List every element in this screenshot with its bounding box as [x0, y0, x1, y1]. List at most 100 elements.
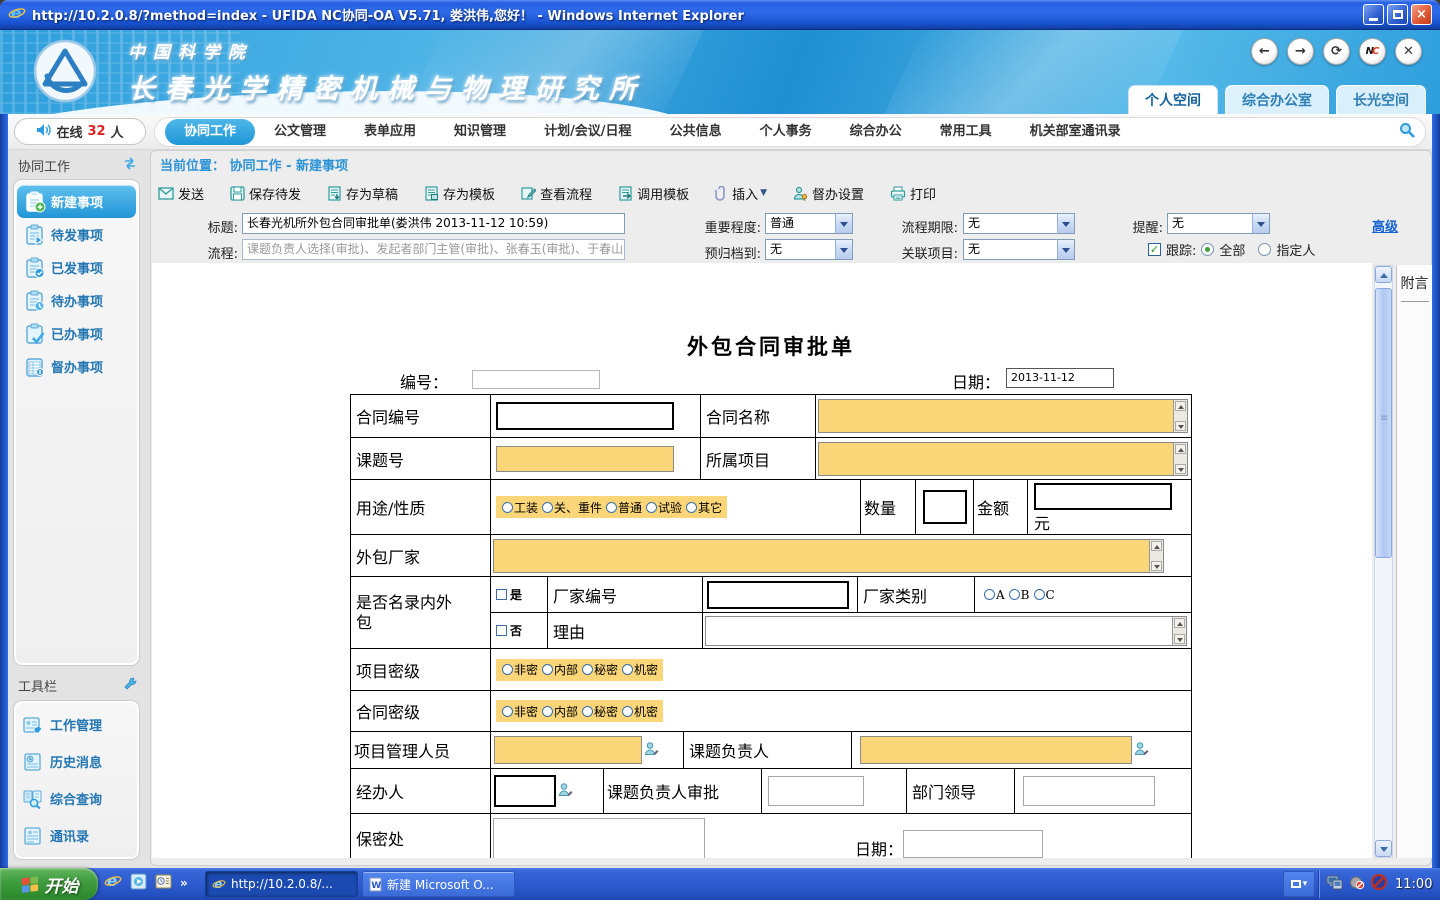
usage-radio-putong[interactable] — [606, 502, 617, 513]
vendor-class-c-radio[interactable] — [1034, 589, 1045, 600]
flow-input[interactable]: 课题负责人选择(审批)、发起者部门主管(审批)、张春玉(审批)、于春山(审批) — [242, 239, 625, 260]
yes-checkbox[interactable] — [496, 589, 507, 600]
swap-arrows-icon[interactable] — [122, 157, 138, 174]
taskbar-clock[interactable]: 11:00 — [1395, 877, 1432, 892]
start-button[interactable]: 开始 — [0, 868, 98, 900]
maximize-button[interactable] — [1387, 4, 1408, 25]
quicklaunch-overflow-chevron[interactable]: » — [180, 876, 188, 890]
online-users-pill[interactable]: 在线 32 人 — [14, 118, 146, 145]
quicklaunch-app2-icon[interactable] — [130, 873, 147, 894]
person-picker-icon[interactable] — [1134, 741, 1149, 760]
vertical-scrollbar[interactable] — [1374, 265, 1393, 858]
project-secrecy-radio-mimi[interactable] — [582, 664, 593, 675]
project-secrecy-radio-jimi[interactable] — [622, 664, 633, 675]
quantity-input[interactable] — [923, 490, 967, 524]
contract-secrecy-radio-feimi[interactable] — [502, 706, 513, 717]
person-picker-icon[interactable] — [644, 741, 659, 760]
menu-public-info[interactable]: 公共信息 — [651, 119, 741, 145]
send-button[interactable]: 发送 — [158, 184, 204, 203]
insert-button[interactable]: 插入 ▼ — [715, 184, 767, 203]
related-project-select[interactable]: 无 — [963, 239, 1075, 260]
form-no-input[interactable] — [472, 370, 600, 389]
contract-no-input[interactable] — [496, 402, 674, 430]
contract-secrecy-radio-jimi[interactable] — [622, 706, 633, 717]
project-secrecy-radio-feimi[interactable] — [502, 664, 513, 675]
remind-select[interactable]: 无 — [1167, 213, 1270, 234]
usage-radio-guanzhongjian[interactable] — [542, 502, 553, 513]
menu-search-icon[interactable] — [1399, 122, 1415, 142]
reason-textarea[interactable] — [705, 616, 1187, 646]
project-textarea[interactable] — [818, 442, 1188, 476]
title-input[interactable]: 长春光机所外包合同审批单(娄洪伟 2013-11-12 10:59) — [242, 213, 625, 234]
menu-personal[interactable]: 个人事务 — [741, 119, 831, 145]
subject-no-input[interactable] — [496, 446, 674, 472]
sidebar-item-supervise[interactable]: 督办事项 — [17, 350, 136, 383]
tab-general-office[interactable]: 综合办公室 — [1225, 85, 1329, 114]
menu-knowledge[interactable]: 知识管理 — [435, 119, 525, 145]
vendor-textarea[interactable] — [493, 539, 1164, 573]
importance-dropdown-arrow[interactable] — [835, 214, 852, 233]
save-draft-button[interactable]: 存为草稿 — [327, 184, 398, 203]
textarea-scrollbar[interactable] — [1149, 540, 1163, 572]
attachment-tab[interactable]: 附言 — [1397, 273, 1432, 293]
sidebar-item-sent[interactable]: 已发事项 — [17, 251, 136, 284]
view-flow-button[interactable]: 查看流程 — [521, 184, 592, 203]
project-secrecy-radio-neibu[interactable] — [542, 664, 553, 675]
track-person-radio[interactable] — [1258, 243, 1271, 256]
no-checkbox[interactable] — [496, 625, 507, 636]
contract-name-textarea[interactable] — [818, 399, 1188, 433]
remind-dropdown-arrow[interactable] — [1252, 214, 1269, 233]
subject-leader-input[interactable] — [860, 736, 1132, 764]
print-button[interactable]: 打印 — [890, 184, 936, 203]
scrollbar-thumb[interactable] — [1375, 288, 1392, 558]
scroll-up-icon[interactable] — [1375, 266, 1392, 283]
wrench-icon[interactable] — [123, 676, 138, 695]
track-all-radio[interactable] — [1201, 243, 1214, 256]
tab-changguang-space[interactable]: 长光空间 — [1336, 85, 1426, 114]
deadline-dropdown-arrow[interactable] — [1057, 214, 1074, 233]
leader-approve-input[interactable] — [768, 776, 864, 806]
track-checkbox[interactable]: ✓ — [1148, 243, 1161, 256]
menu-forms[interactable]: 表单应用 — [345, 119, 435, 145]
amount-input[interactable] — [1034, 483, 1172, 510]
supervise-settings-button[interactable]: 督办设置 — [793, 184, 864, 203]
advanced-link[interactable]: 高级 — [1372, 216, 1398, 235]
scroll-down-icon[interactable] — [1375, 840, 1392, 857]
usage-radio-gongzhuang[interactable] — [502, 502, 513, 513]
menu-common-tools[interactable]: 常用工具 — [921, 119, 1011, 145]
bottom-date-input[interactable] — [903, 830, 1043, 858]
related-project-dropdown-arrow[interactable] — [1057, 240, 1074, 259]
sidebar-item-done[interactable]: 已办事项 — [17, 317, 136, 350]
contract-secrecy-radio-mimi[interactable] — [582, 706, 593, 717]
importance-select[interactable]: 普通 — [765, 213, 853, 234]
usage-radio-qita[interactable] — [686, 502, 697, 513]
tab-personal-space[interactable]: 个人空间 — [1128, 85, 1218, 114]
sidebar-item-todo[interactable]: 待办事项 — [17, 284, 136, 317]
vendor-no-input[interactable] — [707, 581, 849, 609]
form-date-input[interactable]: 2013-11-12 — [1006, 368, 1114, 388]
sidebar-item-pending-send[interactable]: 待发事项 — [17, 218, 136, 251]
vendor-class-b-radio[interactable] — [1009, 589, 1020, 600]
textarea-scrollbar[interactable] — [1172, 617, 1186, 645]
menu-dept-contacts[interactable]: 机关部室通讯录 — [1011, 119, 1140, 145]
use-template-button[interactable]: 调用模板 — [618, 184, 689, 203]
dept-leader-input[interactable] — [1023, 776, 1155, 806]
tool-item-address-book[interactable]: 通讯录 — [17, 817, 136, 854]
textarea-scrollbar[interactable] — [1173, 400, 1187, 432]
back-icon[interactable]: ← — [1251, 38, 1278, 65]
taskbar-collapsed-toolbar[interactable]: ▾ — [1283, 871, 1315, 897]
quicklaunch-app3-icon[interactable] — [155, 873, 172, 894]
menu-plan-meeting[interactable]: 计划/会议/日程 — [525, 119, 651, 145]
forward-icon[interactable]: → — [1287, 38, 1314, 65]
deadline-select[interactable]: 无 — [963, 213, 1075, 234]
refresh-icon[interactable]: ⟳ — [1323, 38, 1350, 65]
tray-muted-icon[interactable] — [1349, 875, 1365, 894]
handler-input[interactable] — [494, 775, 556, 807]
archive-select[interactable]: 无 — [765, 239, 853, 260]
archive-dropdown-arrow[interactable] — [835, 240, 852, 259]
nc-logo-icon[interactable]: NC — [1359, 38, 1386, 65]
save-pending-button[interactable]: 保存待发 — [230, 184, 301, 203]
contract-secrecy-radio-neibu[interactable] — [542, 706, 553, 717]
sidebar-item-new-item[interactable]: 新建事项 — [17, 185, 136, 218]
menu-general-office[interactable]: 综合办公 — [831, 119, 921, 145]
